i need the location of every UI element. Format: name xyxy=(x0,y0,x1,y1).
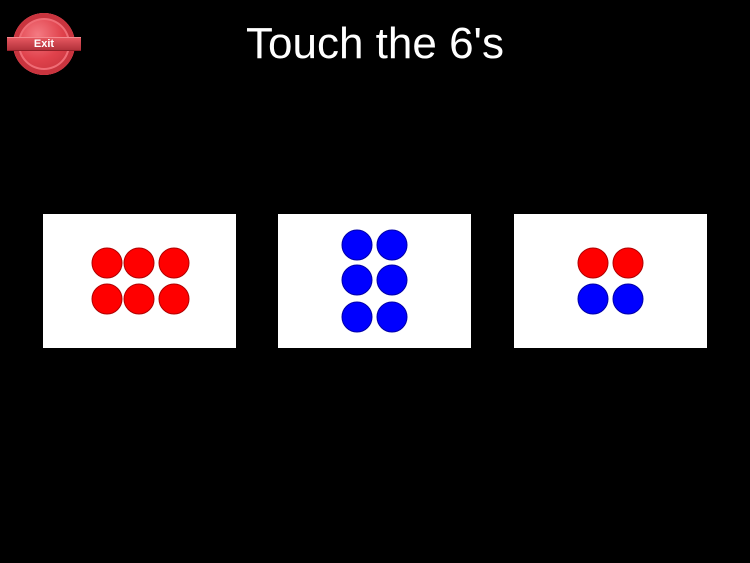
instruction-title: Touch the 6's xyxy=(246,19,504,68)
blue-dot xyxy=(341,301,373,333)
blue-dot xyxy=(376,301,408,333)
blue-dot xyxy=(376,264,408,296)
red-dot xyxy=(577,247,609,279)
blue-dot xyxy=(376,229,408,261)
red-dot xyxy=(158,283,190,315)
blue-dot xyxy=(341,229,373,261)
blue-dot xyxy=(577,283,609,315)
red-dot xyxy=(91,247,123,279)
answer-card-3[interactable] xyxy=(514,214,707,348)
blue-dot xyxy=(612,283,644,315)
red-dot xyxy=(123,283,155,315)
answer-card-2[interactable] xyxy=(278,214,471,348)
answer-card-1[interactable] xyxy=(43,214,236,348)
dot-pattern xyxy=(341,229,408,333)
red-dot xyxy=(91,283,123,315)
blue-dot xyxy=(341,264,373,296)
red-dot xyxy=(123,247,155,279)
red-dot xyxy=(158,247,190,279)
dot-pattern xyxy=(577,247,644,315)
dot-pattern xyxy=(91,247,190,315)
red-dot xyxy=(612,247,644,279)
